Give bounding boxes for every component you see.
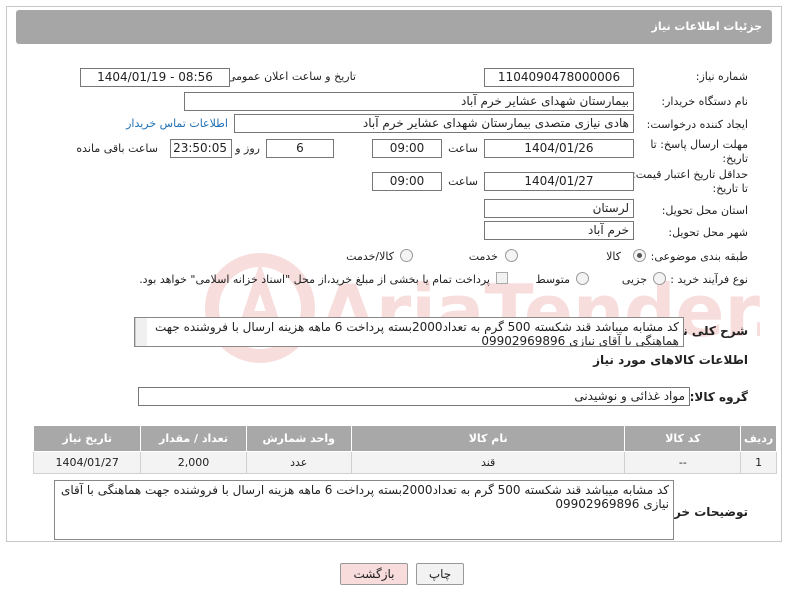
- process-option-minor: جزیی: [621, 273, 647, 286]
- buyer-notes-textarea[interactable]: کد مشابه میباشد قند شکسته 500 گرم به تعد…: [54, 480, 674, 540]
- deadline-time-field: 09:00: [372, 139, 442, 158]
- buyer-org-field: بیمارستان شهدای عشایر خرم آباد: [184, 92, 634, 111]
- category-label: طبقه بندی موضوعی:: [650, 250, 748, 263]
- table-row: 1 -- قند عدد 2,000 1404/01/27: [32, 451, 777, 474]
- cell-row: 1: [740, 451, 777, 474]
- category-option-goods: کالا: [606, 250, 621, 263]
- category-radio-both[interactable]: [400, 249, 413, 262]
- buyer-org-label: نام دستگاه خریدار:: [661, 95, 748, 108]
- remaining-time-label: ساعت باقی مانده: [76, 142, 158, 155]
- requester-label: ایجاد کننده درخواست:: [646, 118, 748, 131]
- col-date: تاریخ نیاز: [32, 425, 142, 452]
- requester-field: هادی نیازی متصدی بیمارستان شهدای عشایر خ…: [234, 114, 634, 133]
- category-option-both: کالا/خدمت: [346, 250, 394, 263]
- days-remaining-field: 6: [266, 139, 334, 158]
- city-field: خرم آباد: [484, 221, 634, 240]
- process-type-label: نوع فرآیند خرید :: [670, 273, 748, 286]
- category-option-service: خدمت: [468, 250, 498, 263]
- treasury-payment-note: پرداخت تمام یا بخشی از مبلغ خرید،از محل …: [139, 273, 490, 286]
- goods-group-field: مواد غذائی و نوشیدنی: [138, 387, 690, 406]
- day-and-label: روز و: [235, 142, 260, 155]
- col-code: کد کالا: [624, 425, 742, 452]
- buyer-contact-link[interactable]: اطلاعات تماس خریدار: [126, 117, 228, 130]
- treasury-payment-checkbox[interactable]: [496, 272, 508, 284]
- category-radio-service[interactable]: [505, 249, 518, 262]
- price-validity-time-field: 09:00: [372, 172, 442, 191]
- col-name: نام کالا: [350, 425, 626, 452]
- remaining-time-field: 23:50:05: [170, 139, 232, 158]
- province-field: لرستان: [484, 199, 634, 218]
- need-number-label: شماره نیاز:: [695, 70, 748, 83]
- category-radio-goods[interactable]: [633, 249, 646, 262]
- goods-table-header: ردیف کد کالا نام کالا واحد شمارش تعداد /…: [32, 425, 777, 452]
- price-validity-date-field: 1404/01/27: [484, 172, 634, 191]
- price-validity-label-date: تا تاریخ:: [712, 182, 748, 195]
- goods-section-title: اطلاعات کالاهای مورد نیاز: [593, 353, 748, 367]
- cell-qty: 2,000: [140, 451, 247, 474]
- process-radio-minor[interactable]: [653, 272, 666, 285]
- summary-textarea[interactable]: کد مشابه میباشد قند شکسته 500 گرم به تعد…: [134, 317, 684, 347]
- col-qty: تعداد / مقدار: [140, 425, 247, 452]
- col-unit: واحد شمارش: [245, 425, 352, 452]
- price-validity-label: حداقل تاریخ اعتبار قیمت:: [632, 168, 748, 181]
- deadline-label-date: تاریخ:: [722, 152, 748, 165]
- price-time-label: ساعت: [448, 175, 478, 188]
- cell-unit: عدد: [245, 451, 352, 474]
- page-title: جزئیات اطلاعات نیاز: [651, 20, 763, 33]
- cell-name: قند: [350, 451, 626, 474]
- print-button[interactable]: چاپ: [416, 563, 464, 585]
- announce-field: 1404/01/19 - 08:56: [80, 68, 230, 87]
- cell-date: 1404/01/27: [32, 451, 142, 474]
- summary-scrollbar[interactable]: [135, 318, 147, 346]
- process-radio-medium[interactable]: [576, 272, 589, 285]
- col-row: ردیف: [740, 425, 777, 452]
- goods-group-label: گروه کالا:: [689, 390, 748, 404]
- process-option-medium: متوسط: [535, 273, 570, 286]
- cell-code: --: [624, 451, 742, 474]
- need-number-field: 1104090478000006: [484, 68, 634, 87]
- deadline-time-label: ساعت: [448, 142, 478, 155]
- deadline-label: مهلت ارسال پاسخ: تا: [650, 138, 748, 151]
- announce-label: تاریخ و ساعت اعلان عمومی:: [223, 70, 356, 83]
- back-button[interactable]: بازگشت: [340, 563, 408, 585]
- goods-table: ردیف کد کالا نام کالا واحد شمارش تعداد /…: [32, 425, 777, 474]
- deadline-date-field: 1404/01/26: [484, 139, 634, 158]
- province-label: استان محل تحویل:: [661, 204, 748, 217]
- city-label: شهر محل تحویل:: [668, 226, 748, 239]
